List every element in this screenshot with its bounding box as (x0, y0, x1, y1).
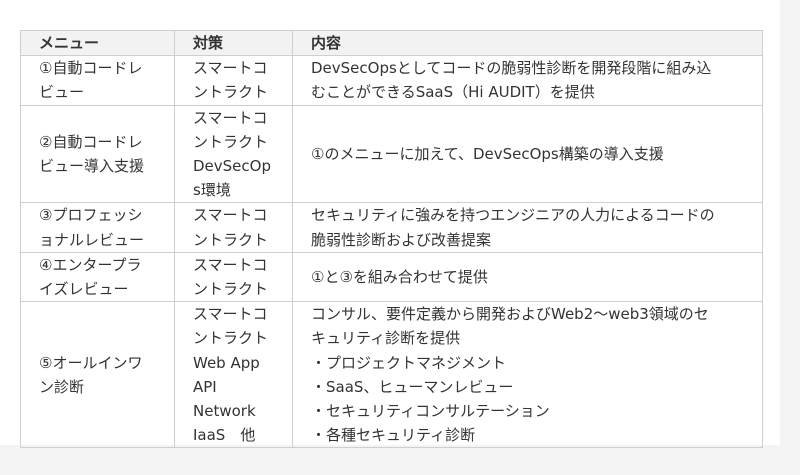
content-cell-line: むことができるSaaS（Hi AUDIT）を提供 (311, 83, 595, 102)
service-menu-table: メニュー 対策 内容 ①自動コードレ ビュー スマートコ ントラクト DevSecOps… (20, 29, 763, 449)
menu-cell-line: ②自動コードレ (39, 132, 143, 151)
table-header-row: メニュー 対策 内容 (20, 29, 763, 57)
table-row: ⑤オールインワ ン診断 スマートコ ントラクト Web App API Network Iaa… (20, 301, 763, 449)
content-cell-line: ・各種セキュリティ診断 (311, 426, 476, 445)
header-content: 内容 (292, 29, 763, 57)
menu-cell-line: ン診断 (39, 377, 85, 396)
content-cell-line: キュリティ診断を提供 (311, 329, 461, 348)
content-cell-line: ①と③を組み合わせて提供 (311, 267, 488, 286)
content-cell: コンサル、要件定義から開発およびWeb2〜web3領域のセ キュリティ診断を提供・… (292, 301, 763, 449)
menu-cell-line: ⑤オールインワ (39, 353, 143, 372)
menu-cell-line: イズレビュー (39, 280, 129, 299)
menu-cell-line: ビュー導入支援 (39, 157, 145, 176)
content-cell-line: DevSecOpsとしてコードの脆弱性診断を開発段階に組み込 (311, 59, 712, 78)
menu-cell: ①自動コードレ ビュー (20, 55, 175, 106)
menu-cell: ②自動コードレ ビュー導入支援 (20, 104, 175, 204)
measure-cell-line: ントラクト (193, 280, 269, 299)
measure-cell-line: スマートコ (193, 305, 268, 324)
content-cell: ①のメニューに加えて、DevSecOps構築の導入支援 (292, 104, 763, 204)
measure-cell-line: API (193, 377, 217, 396)
header-menu: メニュー (20, 29, 175, 57)
measure-cell: スマートコントラクト (174, 202, 293, 253)
table-row: ②自動コードレ ビュー導入支援 スマートコ ントラクト DevSecOp s環境 ①のメニュ… (20, 104, 763, 204)
measure-cell-line: IaaS 他 (193, 426, 256, 445)
measure-cell: スマートコントラクト DevSecOp s環境 (174, 104, 293, 204)
content-cell: DevSecOpsとしてコードの脆弱性診断を開発段階に組み込 むことができるSaa… (292, 55, 763, 106)
measure-cell-line: スマートコ (193, 255, 268, 274)
table-row: ①自動コードレ ビュー スマートコ ントラクト DevSecOpsとしてコードの脆弱性診… (20, 55, 763, 106)
measure-cell-line: DevSecOp (193, 157, 271, 176)
menu-cell-line: ョナルレビュー (39, 230, 145, 249)
measure-cell: スマートコントラクト (174, 55, 293, 106)
menu-cell: ④エンタープラ イズレビュー (20, 251, 175, 303)
measure-cell-line: ントラクト (193, 132, 269, 151)
measure-cell-line: ントラクト (193, 230, 269, 249)
menu-cell-line: ③プロフェッシ (39, 206, 143, 225)
menu-cell-line: ④エンタープラ (39, 255, 142, 274)
content-cell: セキュリティに強みを持つエンジニアの人力によるコードの 脆弱性診断および改善提案 (292, 202, 763, 253)
content-cell-line: ・SaaS、ヒューマンレビュー (311, 377, 514, 396)
measure-cell-line: Web App (193, 353, 260, 372)
content-cell: ①と③を組み合わせて提供 (292, 251, 763, 303)
measure-cell-line: ントラクト (193, 329, 269, 348)
measure-cell-line: スマートコ (193, 206, 268, 225)
measure-cell: スマートコントラクト (174, 251, 293, 303)
header-measure: 対策 (174, 29, 293, 57)
menu-cell-line: ①自動コードレ (39, 59, 143, 78)
measure-cell: スマートコントラクト Web App API Network IaaS 他 (174, 301, 293, 449)
table-row: ③プロフェッシ ョナルレビュー スマートコ ントラクト セキュリティに強みを持つエンジニ… (20, 202, 763, 253)
menu-cell: ⑤オールインワ ン診断 (20, 301, 175, 449)
content-cell-line: セキュリティに強みを持つエンジニアの人力によるコードの (311, 206, 715, 225)
measure-cell-line: ントラクト (193, 83, 269, 102)
content-cell-line: コンサル、要件定義から開発およびWeb2〜web3領域のセ (311, 305, 709, 324)
measure-cell-line: Network (193, 402, 256, 421)
measure-cell-line: s環境 (193, 181, 231, 200)
content-cell-line: ・プロジェクトマネジメント (311, 353, 507, 372)
measure-cell-line: スマートコ (193, 108, 268, 127)
menu-cell: ③プロフェッシ ョナルレビュー (20, 202, 175, 253)
content-cell-line: ①のメニューに加えて、DevSecOps構築の導入支援 (311, 144, 664, 163)
table-row: ④エンタープラ イズレビュー スマートコ ントラクト ①と③を組み合わせて提供 (20, 251, 763, 303)
content-cell-line: 脆弱性診断および改善提案 (311, 230, 492, 249)
menu-cell-line: ビュー (39, 83, 85, 102)
measure-cell-line: スマートコ (193, 59, 268, 78)
content-cell-line: ・セキュリティコンサルテーション (311, 402, 550, 421)
